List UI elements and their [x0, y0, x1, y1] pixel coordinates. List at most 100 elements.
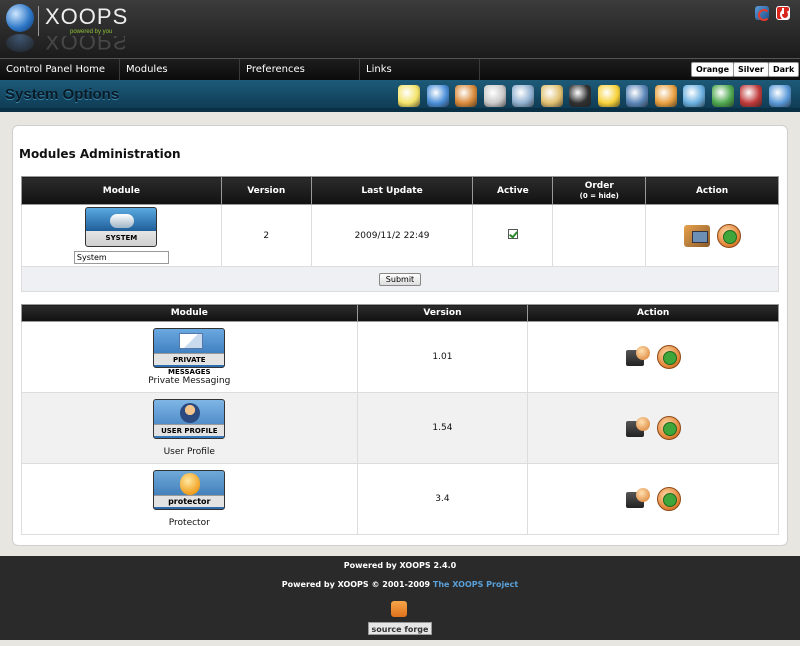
protector-badge[interactable]: protector [153, 470, 226, 510]
install-module-icon[interactable] [625, 488, 650, 510]
ranks-icon[interactable] [569, 85, 591, 107]
images-icon[interactable] [483, 85, 506, 107]
col-module: Module [21, 176, 222, 205]
avatars-icon[interactable] [711, 85, 734, 107]
last-update-cell: 2009/11/2 22:49 [310, 204, 474, 267]
logout-icon[interactable] [776, 6, 790, 20]
theme-dark-button[interactable]: Dark [768, 62, 800, 77]
col-last-update: Last Update [310, 176, 474, 205]
nav-control-panel-home[interactable]: Control Panel Home [0, 59, 120, 80]
header: XOOPS powered by you XOOPS [0, 0, 800, 58]
system-module-badge[interactable]: SYSTEM [85, 207, 158, 247]
table-row: USER PROFILE User Profile 1.54 [21, 392, 779, 464]
module-cell: USER PROFILE User Profile [21, 392, 358, 464]
preferences-icon[interactable] [768, 85, 791, 107]
footer: Powered by XOOPS 2.4.0 Powered by XOOPS … [0, 556, 800, 640]
home-icon[interactable] [755, 6, 770, 21]
active-cell [472, 204, 554, 267]
nav-preferences[interactable]: Preferences [240, 59, 360, 80]
submit-cell: Submit [21, 266, 779, 292]
col-active: Active [472, 176, 554, 205]
col-version: Version [220, 176, 312, 205]
table-row: PRIVATE MESSAGES Private Messaging 1.01 [21, 321, 779, 393]
system-options-bar: System Options [0, 80, 800, 112]
module-name-input[interactable] [73, 251, 169, 264]
module-name: Protector [168, 518, 210, 528]
version-cell: 1.01 [356, 321, 529, 393]
logo-reflection [6, 34, 34, 52]
private-messages-badge[interactable]: PRIVATE MESSAGES [153, 328, 226, 376]
envelope-icon [179, 333, 204, 349]
logo-subtitle: powered by you [70, 29, 113, 35]
nav-modules[interactable]: Modules [120, 59, 240, 80]
col-version: Version [356, 304, 529, 322]
footer-copyright-text: Powered by XOOPS © 2001-2009 [281, 580, 431, 589]
module-cell: protector Protector [21, 463, 358, 535]
install-module-icon[interactable] [625, 417, 650, 439]
theme-orange-button[interactable]: Orange [691, 62, 734, 77]
user-profile-badge[interactable]: USER PROFILE [153, 399, 226, 439]
logo-reflection-text: XOOPS [45, 36, 125, 54]
module-info-icon[interactable] [656, 416, 681, 440]
col-order-hint: (0 = hide) [579, 191, 619, 200]
shield-icon [180, 473, 201, 495]
action-cell [645, 204, 779, 267]
nav-links[interactable]: Links [360, 59, 480, 80]
sourceforge-badge[interactable]: source forge [368, 622, 432, 635]
order-cell [552, 204, 647, 267]
badge-label: USER PROFILE [154, 424, 225, 436]
xoops-globe-icon[interactable] [6, 4, 34, 32]
system-options-title: System Options [5, 86, 120, 103]
col-module: Module [21, 304, 358, 322]
badge-label: PRIVATE MESSAGES [154, 353, 225, 376]
submit-row: Submit [21, 266, 779, 292]
mail-users-icon[interactable] [683, 85, 705, 107]
modules-icon[interactable] [426, 85, 449, 107]
edit-users-icon[interactable] [540, 85, 563, 107]
module-info-icon[interactable] [656, 345, 681, 369]
badge-label: SYSTEM [105, 234, 138, 242]
badge-label: protector [154, 495, 225, 507]
col-order-label: Order [584, 180, 614, 191]
col-action: Action [527, 304, 779, 322]
install-module-icon[interactable] [625, 346, 650, 368]
main-nav: Control Panel Home Modules Preferences L… [0, 58, 800, 80]
comments-icon[interactable] [654, 85, 677, 107]
module-cell: SYSTEM [21, 204, 222, 267]
rss-icon[interactable] [391, 601, 407, 617]
table-row: SYSTEM 2 2009/11/2 22:49 [21, 204, 779, 267]
blocks-icon[interactable] [398, 85, 420, 107]
theme-silver-button[interactable]: Silver [733, 62, 769, 77]
wrench-icon [110, 214, 135, 228]
logo-divider [38, 6, 39, 36]
groups-icon[interactable] [455, 85, 477, 107]
table-row: protector Protector 3.4 [21, 463, 779, 535]
version-cell: 2 [220, 204, 312, 267]
installed-modules-table: Module Version Last Update Active Order … [21, 176, 779, 292]
version-cell: 3.4 [356, 463, 529, 535]
version-cell: 1.54 [356, 392, 529, 464]
footer-powered-by: Powered by XOOPS 2.4.0 [343, 561, 457, 570]
templates-icon[interactable] [740, 85, 762, 107]
module-name: User Profile [163, 447, 215, 457]
user-icon [180, 403, 201, 423]
module-cell: PRIVATE MESSAGES Private Messaging [21, 321, 358, 393]
action-cell [527, 463, 779, 535]
xoops-project-link[interactable]: The XOOPS Project [433, 580, 518, 589]
page-title: Modules Administration [19, 147, 181, 161]
smilies-icon[interactable] [597, 85, 620, 107]
banners-icon[interactable] [626, 85, 648, 107]
action-cell [527, 392, 779, 464]
module-info-icon[interactable] [656, 487, 681, 511]
logo-text-reflection: XOOPS [45, 36, 125, 54]
action-cell [527, 321, 779, 393]
footer-copyright: Powered by XOOPS © 2001-2009 The XOOPS P… [0, 580, 800, 589]
col-action: Action [645, 176, 779, 205]
active-checkbox[interactable] [507, 229, 518, 239]
edit-module-icon[interactable] [683, 224, 710, 247]
submit-button[interactable]: Submit [378, 272, 422, 286]
find-users-icon[interactable] [512, 85, 534, 107]
logo-text[interactable]: XOOPS [45, 4, 128, 30]
col-order: Order (0 = hide) [552, 176, 647, 205]
module-info-icon[interactable] [716, 223, 741, 248]
